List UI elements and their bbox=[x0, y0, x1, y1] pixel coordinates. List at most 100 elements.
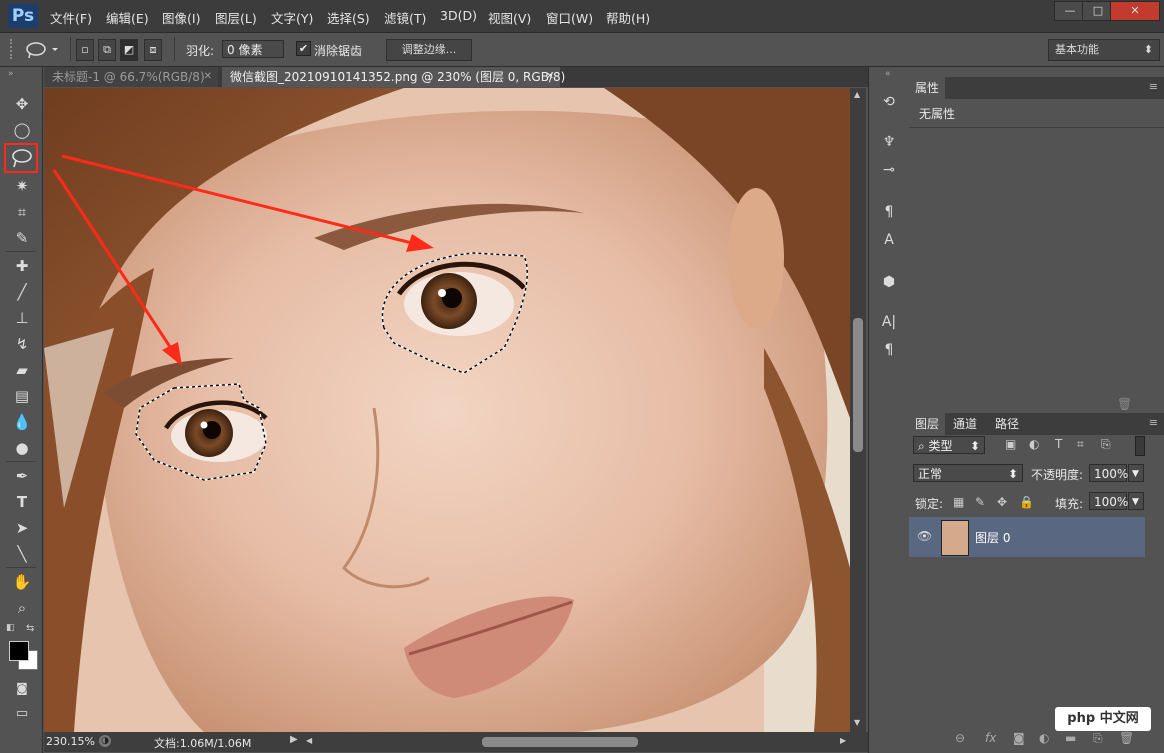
tool-presets-icon[interactable]: ⊸ bbox=[877, 159, 901, 181]
pixel-filter-icon[interactable]: ▣ bbox=[1005, 437, 1016, 451]
chevron-down-icon[interactable]: ▼ bbox=[1128, 492, 1144, 510]
character-styles-icon[interactable]: A bbox=[877, 229, 901, 251]
vertical-scrollbar[interactable]: ▲ ▼ bbox=[850, 88, 866, 732]
crop-tool-icon[interactable]: ⌗ bbox=[10, 201, 34, 223]
panel-menu-icon[interactable]: ≡ bbox=[1149, 80, 1158, 93]
layer-filter-select[interactable]: ⌕ 类型 ⬍ bbox=[913, 436, 985, 454]
magic-wand-tool-icon[interactable]: ✷ bbox=[10, 175, 34, 197]
tab-layers[interactable]: 图层 bbox=[909, 413, 946, 435]
tab-screenshot[interactable]: 微信截图_20210910141352.png @ 230% (图层 0, RG… bbox=[222, 67, 565, 87]
chevron-down-icon[interactable]: ▼ bbox=[1128, 464, 1144, 482]
menu-file[interactable]: 文件(F) bbox=[50, 8, 92, 27]
zoom-readout[interactable]: 230.15% bbox=[46, 735, 95, 748]
collapse-icon[interactable]: » bbox=[8, 69, 14, 79]
close-icon[interactable]: ✕ bbox=[204, 67, 212, 87]
type-filter-icon[interactable]: T bbox=[1055, 437, 1062, 451]
menu-help[interactable]: 帮助(H) bbox=[606, 8, 650, 27]
status-menu-icon[interactable]: ▶ bbox=[290, 734, 298, 745]
paragraph-styles-icon[interactable]: ¶ bbox=[877, 201, 901, 223]
shape-filter-icon[interactable]: ⌗ bbox=[1077, 437, 1084, 452]
add-mask-icon[interactable]: ◙ bbox=[1013, 731, 1025, 745]
menu-image[interactable]: 图像(I) bbox=[162, 8, 200, 27]
visibility-eye-icon[interactable]: 👁 bbox=[917, 529, 932, 543]
brush-presets-icon[interactable]: ♆ bbox=[877, 131, 901, 153]
document-canvas[interactable] bbox=[44, 88, 850, 732]
filter-toggle[interactable] bbox=[1135, 436, 1145, 456]
workspace-select[interactable]: 基本功能 ⬍ bbox=[1048, 39, 1160, 61]
feather-input[interactable]: 0 像素 bbox=[222, 40, 284, 58]
scroll-right-icon[interactable]: ▶ bbox=[840, 736, 846, 745]
link-layers-icon[interactable]: ⊖ bbox=[955, 731, 965, 745]
paragraph-icon[interactable]: ¶ bbox=[877, 339, 901, 361]
layer-row[interactable]: 👁 图层 0 bbox=[909, 517, 1145, 557]
scroll-down-icon[interactable]: ▼ bbox=[854, 718, 860, 727]
fill-input[interactable]: 100% bbox=[1089, 492, 1128, 510]
foreground-color-swatch[interactable] bbox=[9, 641, 29, 661]
lock-position-icon[interactable]: ✥ bbox=[997, 495, 1007, 509]
history-brush-tool-icon[interactable]: ↯ bbox=[10, 333, 34, 355]
clone-stamp-tool-icon[interactable]: ⊥ bbox=[10, 307, 34, 329]
lasso-preset-icon[interactable] bbox=[24, 41, 58, 59]
menu-filter[interactable]: 滤镜(T) bbox=[384, 8, 426, 27]
scroll-up-icon[interactable]: ▲ bbox=[854, 90, 860, 99]
path-selection-tool-icon[interactable]: ➤ bbox=[10, 517, 34, 539]
dodge-tool-icon[interactable]: ● bbox=[10, 437, 34, 459]
lock-transparency-icon[interactable]: ▦ bbox=[953, 495, 964, 509]
status-info-icon[interactable]: ◑ bbox=[99, 735, 111, 747]
close-button[interactable]: ✕ bbox=[1110, 1, 1160, 21]
refine-edge-button[interactable]: 调整边缘... bbox=[386, 39, 472, 61]
hand-tool-icon[interactable]: ✋ bbox=[10, 571, 34, 593]
tab-paths[interactable]: 路径 bbox=[989, 413, 1025, 435]
gradient-tool-icon[interactable]: ▤ bbox=[10, 385, 34, 407]
blend-mode-select[interactable]: 正常 ⬍ bbox=[913, 464, 1023, 482]
marquee-tool-icon[interactable]: ◯ bbox=[10, 119, 34, 141]
menu-select[interactable]: 选择(S) bbox=[327, 8, 370, 27]
scroll-thumb[interactable] bbox=[853, 318, 863, 452]
character-icon[interactable]: A| bbox=[877, 311, 901, 333]
panel-menu-icon[interactable]: ≡ bbox=[1149, 416, 1158, 429]
line-tool-icon[interactable]: ╲ bbox=[10, 543, 34, 565]
quick-mask-icon[interactable]: ◙ bbox=[10, 677, 34, 699]
menu-layer[interactable]: 图层(L) bbox=[215, 8, 257, 27]
type-tool-icon[interactable]: T bbox=[10, 491, 34, 513]
close-icon[interactable]: ✕ bbox=[546, 67, 554, 87]
add-selection-icon[interactable]: ⧉ bbox=[98, 39, 116, 61]
menu-type[interactable]: 文字(Y) bbox=[271, 8, 313, 27]
new-layer-icon[interactable]: ⎘ bbox=[1093, 731, 1103, 746]
lock-pixels-icon[interactable]: ✎ bbox=[975, 495, 985, 509]
healing-brush-tool-icon[interactable]: ✚ bbox=[10, 255, 34, 277]
zoom-tool-icon[interactable]: ⌕ bbox=[10, 597, 34, 619]
eyedropper-tool-icon[interactable]: ✎ bbox=[10, 227, 34, 249]
history-icon[interactable]: ⟲ bbox=[877, 91, 901, 113]
pen-tool-icon[interactable]: ✒ bbox=[10, 465, 34, 487]
layer-name[interactable]: 图层 0 bbox=[975, 529, 1010, 546]
adjustment-layer-icon[interactable]: ◐ bbox=[1039, 731, 1049, 745]
blur-tool-icon[interactable]: 💧 bbox=[10, 411, 34, 433]
subtract-selection-icon[interactable]: ◩ bbox=[120, 39, 138, 61]
horizontal-scroll-thumb[interactable] bbox=[482, 737, 638, 747]
tab-channels[interactable]: 通道 bbox=[947, 413, 983, 435]
lasso-tool-icon[interactable] bbox=[10, 147, 34, 169]
intersect-selection-icon[interactable]: ⧈ bbox=[144, 39, 162, 61]
tab-properties[interactable]: 属性 bbox=[909, 77, 946, 99]
menu-view[interactable]: 视图(V) bbox=[488, 8, 531, 27]
menu-edit[interactable]: 编辑(E) bbox=[106, 8, 149, 27]
screen-mode-icon[interactable]: ▭ bbox=[10, 703, 34, 725]
lock-all-icon[interactable]: 🔒 bbox=[1019, 495, 1034, 509]
new-selection-icon[interactable]: ▫ bbox=[76, 39, 94, 61]
tab-untitled[interactable]: 未标题-1 @ 66.7%(RGB/8) ✕ bbox=[44, 67, 218, 87]
new-group-icon[interactable]: ▬ bbox=[1065, 731, 1076, 745]
smart-object-filter-icon[interactable]: ⎘ bbox=[1101, 437, 1111, 452]
menu-window[interactable]: 窗口(W) bbox=[546, 8, 593, 27]
collapse-icon[interactable]: « bbox=[885, 69, 891, 79]
menu-3d[interactable]: 3D(D) bbox=[440, 8, 477, 23]
3d-icon[interactable]: ⬢ bbox=[877, 271, 901, 293]
antialias-checkbox[interactable]: ✔ bbox=[296, 41, 311, 56]
fx-icon[interactable]: fx bbox=[985, 731, 996, 745]
default-colors-icon[interactable]: ◧ bbox=[6, 623, 15, 633]
delete-layer-icon[interactable]: 🗑 bbox=[1119, 731, 1134, 745]
trash-icon[interactable]: 🗑 bbox=[1117, 397, 1132, 411]
opacity-input[interactable]: 100% bbox=[1089, 464, 1128, 482]
scroll-left-icon[interactable]: ◀ bbox=[306, 736, 312, 745]
swap-colors-icon[interactable]: ⇆ bbox=[26, 623, 34, 634]
